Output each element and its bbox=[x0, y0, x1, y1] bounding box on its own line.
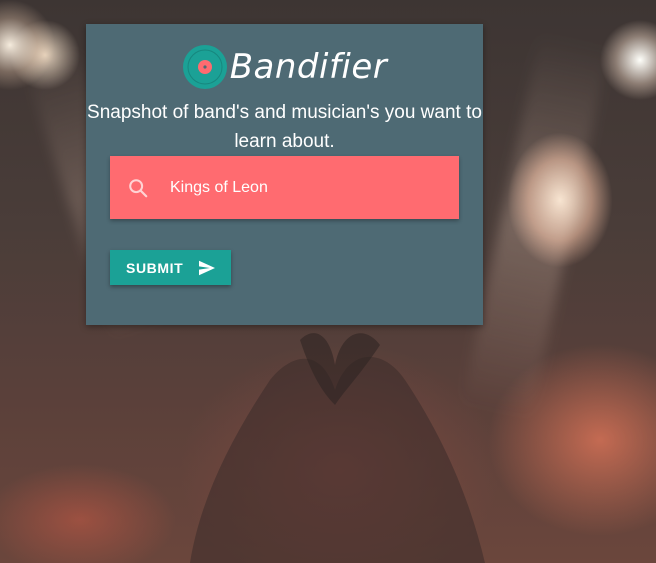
brand-header: Bandifier bbox=[86, 42, 483, 92]
search-input[interactable] bbox=[170, 178, 440, 197]
vinyl-record-icon bbox=[182, 45, 227, 89]
search-icon bbox=[129, 178, 148, 197]
send-icon bbox=[199, 260, 216, 275]
search-field[interactable] bbox=[110, 156, 459, 219]
submit-button[interactable]: SUBMIT bbox=[110, 250, 231, 285]
tagline: Snapshot of band's and musician's you wa… bbox=[87, 102, 482, 152]
submit-label: SUBMIT bbox=[126, 259, 184, 276]
brand-name: Bandifier bbox=[229, 47, 388, 87]
search-card: Bandifier Snapshot of band's and musicia… bbox=[86, 24, 483, 325]
heart-hands-silhouette bbox=[190, 333, 485, 563]
